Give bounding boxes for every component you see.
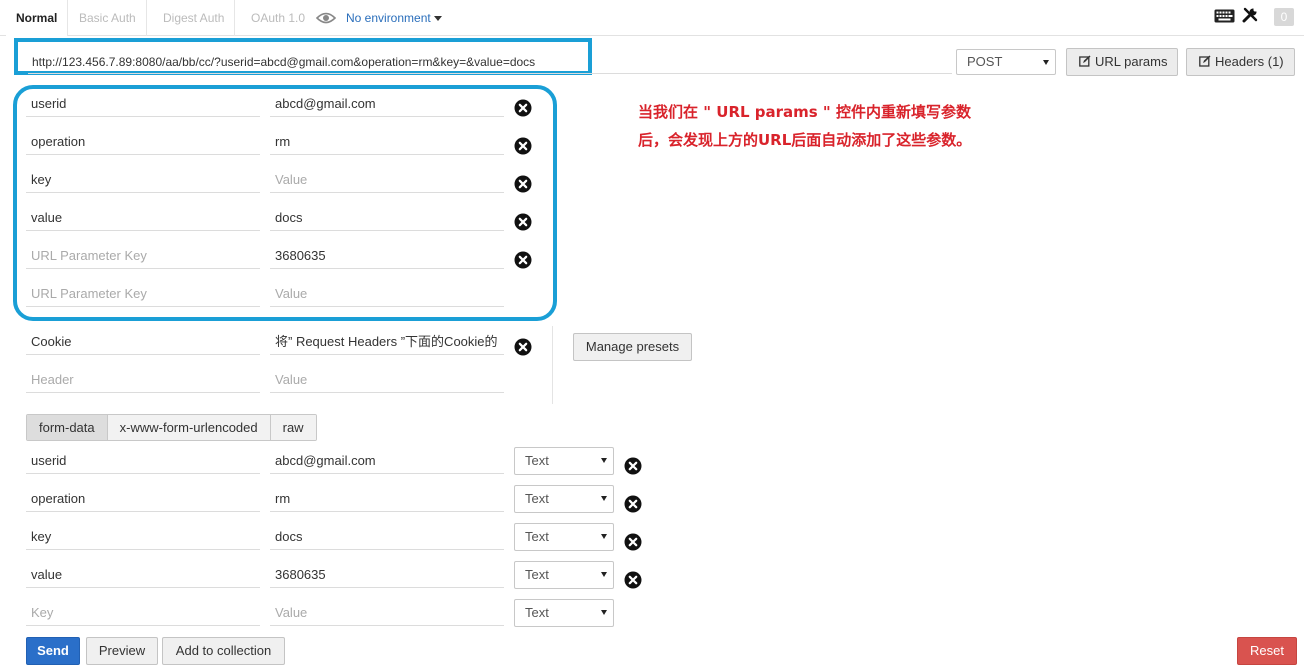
form-type-select[interactable]: Text [514,447,614,475]
param-key[interactable]: key [26,167,260,193]
select-arrow-icon [601,458,607,463]
reset-button[interactable]: Reset [1237,637,1297,665]
header-value[interactable]: Value [270,367,504,393]
body-mode-tabs: form-data x-www-form-urlencoded raw [26,414,317,441]
form-value[interactable]: abcd@gmail.com [270,448,504,474]
chevron-down-icon [433,16,442,22]
select-arrow-icon [601,496,607,501]
circle-x-icon[interactable] [514,99,532,117]
form-type-select[interactable]: Text [514,561,614,589]
tab-digest-auth[interactable]: Digest Auth [153,0,236,36]
circle-x-icon[interactable] [514,213,532,231]
param-value[interactable]: 3680635 [270,243,504,269]
method-value: POST [967,54,1003,69]
header-key[interactable]: Header [26,367,260,393]
manage-presets-button[interactable]: Manage presets [573,333,692,361]
count-badge: 0 [1274,8,1294,26]
form-key[interactable]: value [26,562,260,588]
circle-x-icon[interactable] [624,457,642,475]
eye-icon[interactable] [316,11,336,25]
tab-normal[interactable]: Normal [6,0,69,36]
circle-x-icon[interactable] [514,251,532,269]
param-value[interactable]: Value [270,281,504,307]
edit-icon [1079,55,1091,67]
param-key[interactable]: userid [26,91,260,117]
url-params-button[interactable]: URL params [1066,48,1179,76]
tab-raw[interactable]: raw [270,415,316,440]
form-value[interactable]: Value [270,600,504,626]
form-type-select[interactable]: Text [514,485,614,513]
header-key[interactable]: Cookie [26,329,260,355]
form-key[interactable]: operation [26,486,260,512]
form-value[interactable]: rm [270,486,504,512]
send-button[interactable]: Send [26,637,80,665]
form-key[interactable]: Key [26,600,260,626]
param-key[interactable]: URL Parameter Key [26,243,260,269]
circle-x-icon[interactable] [514,338,532,356]
tab-oauth[interactable]: OAuth 1.0 [241,0,315,36]
param-key[interactable]: URL Parameter Key [26,281,260,307]
param-value[interactable]: rm [270,129,504,155]
preview-button[interactable]: Preview [86,637,158,665]
method-select[interactable]: POST [956,49,1056,75]
form-type-value: Text [525,605,549,620]
form-key[interactable]: userid [26,448,260,474]
form-type-value: Text [525,453,549,468]
annotation-line: 后，会发现上方的URL后面自动添加了这些参数。 [638,131,972,149]
select-arrow-icon [601,610,607,615]
edit-icon [1199,55,1211,67]
select-arrow-icon [1043,60,1049,65]
param-value[interactable]: Value [270,167,504,193]
form-type-value: Text [525,529,549,544]
url-params-label: URL params [1095,54,1168,69]
keyboard-icon[interactable] [1214,9,1235,23]
circle-x-icon[interactable] [624,533,642,551]
environment-label: No environment [346,11,431,25]
circle-x-icon[interactable] [624,571,642,589]
select-arrow-icon [601,572,607,577]
param-value[interactable]: abcd@gmail.com [270,91,504,117]
param-key[interactable]: value [26,205,260,231]
tab-x-www-form-urlencoded[interactable]: x-www-form-urlencoded [107,415,271,440]
add-to-collection-button[interactable]: Add to collection [162,637,285,665]
param-key[interactable]: operation [26,129,260,155]
top-bar: Normal Basic Auth Digest Auth OAuth 1.0 … [0,0,1304,36]
form-type-value: Text [525,491,549,506]
form-value[interactable]: docs [270,524,504,550]
tab-basic-auth[interactable]: Basic Auth [69,0,147,36]
param-value[interactable]: docs [270,205,504,231]
annotation-line: 当我们在 " URL params " 控件内重新填写参数 [638,103,971,121]
headers-divider [552,326,553,404]
headers-button[interactable]: Headers (1) [1186,48,1295,76]
form-key[interactable]: key [26,524,260,550]
circle-x-icon[interactable] [624,495,642,513]
headers-label: Headers (1) [1215,54,1284,69]
header-value[interactable]: 将” Request Headers ”下面的Cookie的 [270,329,504,355]
wrench-icon[interactable] [1242,7,1258,23]
form-type-select[interactable]: Text [514,599,614,627]
tab-form-data[interactable]: form-data [27,415,108,440]
form-type-value: Text [525,567,549,582]
circle-x-icon[interactable] [514,137,532,155]
circle-x-icon[interactable] [514,175,532,193]
environment-select[interactable]: No environment [346,0,442,36]
annotation-note: 当我们在 " URL params " 控件内重新填写参数 后，会发现上方的UR… [638,98,1018,154]
select-arrow-icon [601,534,607,539]
url-input[interactable] [28,50,952,74]
form-type-select[interactable]: Text [514,523,614,551]
form-value[interactable]: 3680635 [270,562,504,588]
